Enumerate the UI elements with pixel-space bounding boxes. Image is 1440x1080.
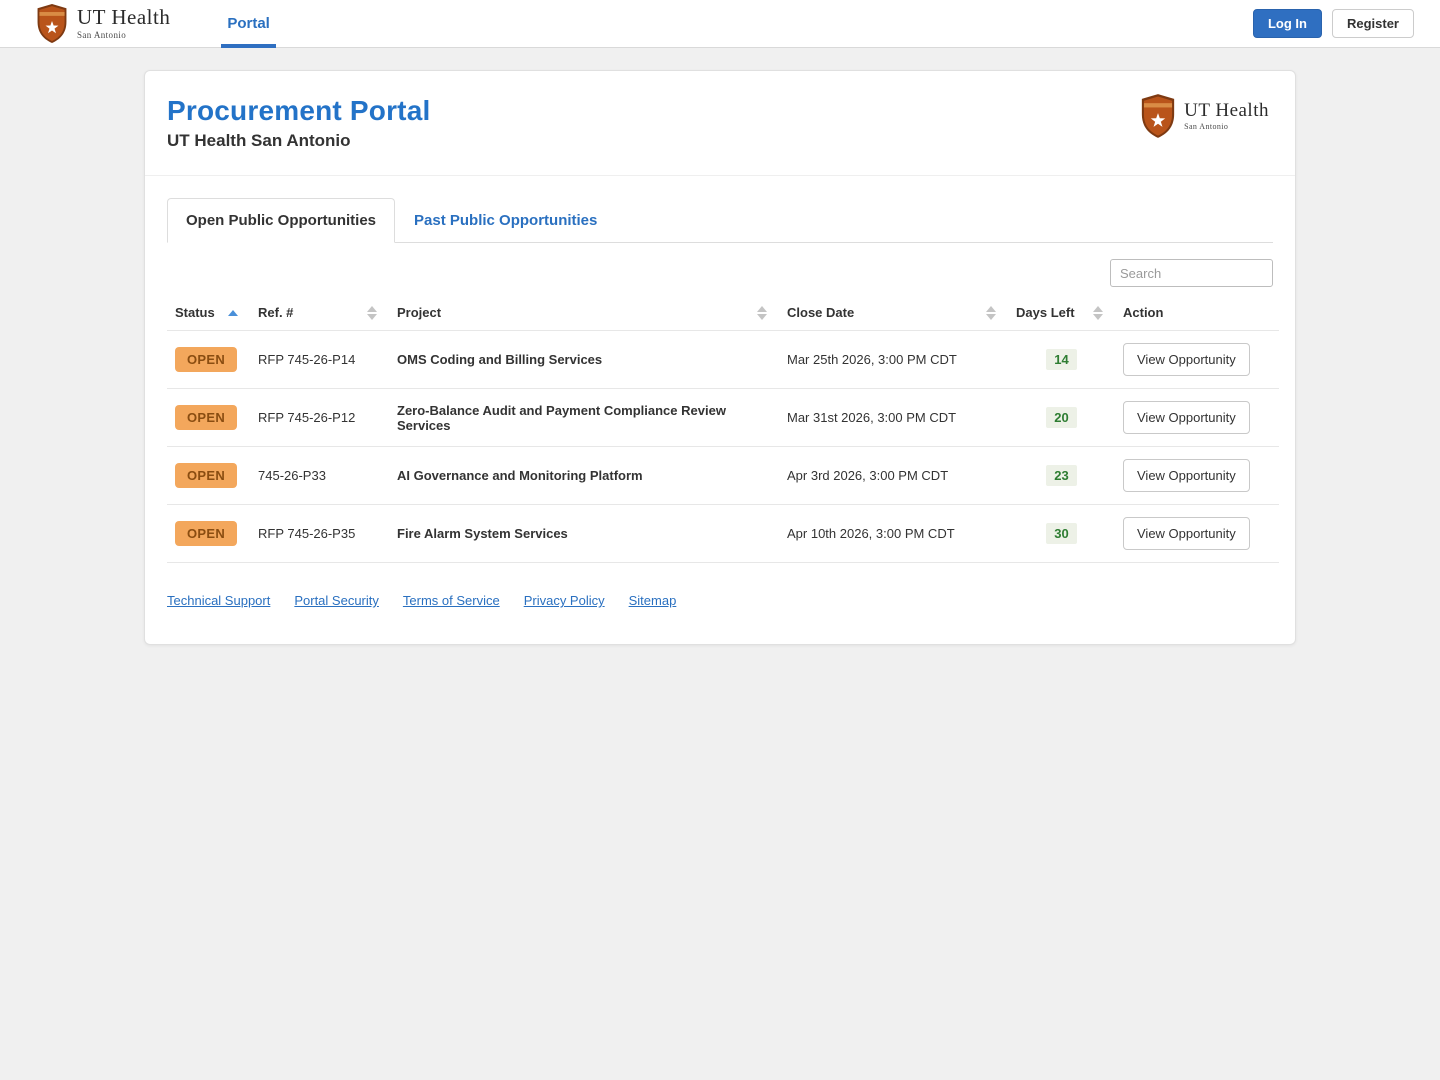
column-header-action: Action bbox=[1123, 305, 1164, 320]
status-badge: OPEN bbox=[175, 347, 238, 372]
sort-ascending-icon[interactable] bbox=[228, 309, 238, 316]
view-opportunity-button[interactable]: View Opportunity bbox=[1123, 401, 1250, 434]
table-row: OPEN RFP 745-26-P14 OMS Coding and Billi… bbox=[167, 330, 1279, 389]
view-opportunity-button[interactable]: View Opportunity bbox=[1123, 517, 1250, 550]
close-date: Apr 10th 2026, 3:00 PM CDT bbox=[779, 504, 1008, 563]
sort-icon[interactable] bbox=[757, 305, 767, 320]
status-badge: OPEN bbox=[175, 463, 238, 488]
project-name: Zero-Balance Audit and Payment Complianc… bbox=[389, 388, 779, 447]
tab-bar: Open Public Opportunities Past Public Op… bbox=[167, 198, 1273, 243]
ref-number: RFP 745-26-P35 bbox=[250, 504, 389, 563]
table-row: OPEN 745-26-P33 AI Governance and Monito… bbox=[167, 446, 1279, 505]
column-header-days-left[interactable]: Days Left bbox=[1008, 297, 1115, 331]
view-opportunity-button[interactable]: View Opportunity bbox=[1123, 343, 1250, 376]
days-left-badge: 23 bbox=[1046, 465, 1077, 486]
status-badge: OPEN bbox=[175, 521, 238, 546]
footer-link-privacy-policy[interactable]: Privacy Policy bbox=[524, 593, 605, 608]
view-opportunity-button[interactable]: View Opportunity bbox=[1123, 459, 1250, 492]
navbar-brand[interactable]: UT Health San Antonio bbox=[35, 3, 170, 44]
table-row: OPEN RFP 745-26-P35 Fire Alarm System Se… bbox=[167, 504, 1279, 563]
search-input[interactable] bbox=[1110, 259, 1273, 287]
sort-icon[interactable] bbox=[1093, 305, 1103, 320]
days-left-badge: 14 bbox=[1046, 349, 1077, 370]
close-date: Apr 3rd 2026, 3:00 PM CDT bbox=[779, 446, 1008, 505]
sort-icon[interactable] bbox=[986, 305, 996, 320]
footer-link-technical-support[interactable]: Technical Support bbox=[167, 593, 270, 608]
table-header-row: Status Ref. # Project Close Date Days Le… bbox=[167, 297, 1279, 331]
top-navbar: UT Health San Antonio Portal Log In Regi… bbox=[0, 0, 1440, 48]
page-subtitle: UT Health San Antonio bbox=[167, 131, 351, 150]
sort-icon[interactable] bbox=[367, 305, 377, 320]
card-header: Procurement Portal UT Health San Antonio… bbox=[145, 71, 1295, 176]
project-name: Fire Alarm System Services bbox=[389, 504, 779, 563]
ref-number: RFP 745-26-P14 bbox=[250, 330, 389, 389]
ref-number: RFP 745-26-P12 bbox=[250, 388, 389, 447]
search-row bbox=[167, 259, 1273, 287]
status-badge: OPEN bbox=[175, 405, 238, 430]
close-date: Mar 31st 2026, 3:00 PM CDT bbox=[779, 388, 1008, 447]
brand-subtitle: San Antonio bbox=[77, 30, 127, 40]
login-button[interactable]: Log In bbox=[1252, 9, 1322, 38]
procurement-portal-card: Procurement Portal UT Health San Antonio… bbox=[144, 70, 1296, 645]
project-name: AI Governance and Monitoring Platform bbox=[389, 446, 779, 505]
tab-open-public-opportunities[interactable]: Open Public Opportunities bbox=[167, 198, 396, 243]
footer-link-sitemap[interactable]: Sitemap bbox=[629, 593, 677, 608]
card-footer: Technical Support Portal Security Terms … bbox=[145, 563, 1295, 636]
footer-link-portal-security[interactable]: Portal Security bbox=[294, 593, 379, 608]
brand-subtitle: San Antonio bbox=[1184, 122, 1229, 131]
close-date: Mar 25th 2026, 3:00 PM CDT bbox=[779, 330, 1008, 389]
navbar-links: Portal bbox=[215, 0, 282, 48]
days-left-badge: 30 bbox=[1046, 523, 1077, 544]
card-brand-logo: UT Health San Antonio bbox=[1139, 93, 1269, 139]
ut-health-shield-icon bbox=[1139, 93, 1177, 139]
tab-past-public-opportunities[interactable]: Past Public Opportunities bbox=[395, 198, 616, 243]
column-header-ref[interactable]: Ref. # bbox=[250, 297, 389, 331]
brand-name: UT Health bbox=[1184, 100, 1269, 121]
table-row: OPEN RFP 745-26-P12 Zero-Balance Audit a… bbox=[167, 388, 1279, 447]
navbar-actions: Log In Register bbox=[1252, 9, 1414, 38]
column-header-status[interactable]: Status bbox=[167, 297, 250, 331]
card-body: Open Public Opportunities Past Public Op… bbox=[145, 176, 1295, 563]
column-header-project[interactable]: Project bbox=[389, 297, 779, 331]
footer-link-terms-of-service[interactable]: Terms of Service bbox=[403, 593, 500, 608]
column-header-close-date[interactable]: Close Date bbox=[779, 297, 1008, 331]
page-title: Procurement Portal bbox=[167, 95, 431, 126]
ref-number: 745-26-P33 bbox=[250, 446, 389, 505]
opportunities-table: Status Ref. # Project Close Date Days Le… bbox=[167, 297, 1279, 563]
nav-link-portal[interactable]: Portal bbox=[215, 0, 282, 48]
project-name: OMS Coding and Billing Services bbox=[389, 330, 779, 389]
brand-name: UT Health bbox=[77, 5, 171, 29]
register-button[interactable]: Register bbox=[1331, 9, 1414, 38]
ut-health-shield-icon bbox=[35, 3, 69, 44]
active-nav-indicator bbox=[221, 43, 276, 48]
days-left-badge: 20 bbox=[1046, 407, 1077, 428]
